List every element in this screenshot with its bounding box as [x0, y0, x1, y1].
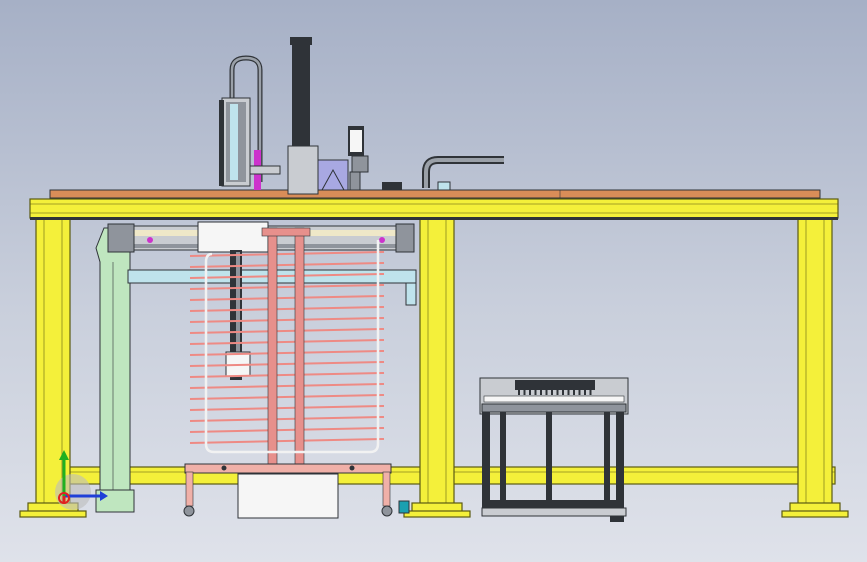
rack-rod: [189, 416, 385, 422]
conveyor-tooth: [562, 389, 564, 395]
conveyor-station: [479, 377, 629, 522]
conveyor-tooth: [556, 389, 559, 395]
rack-cart: [183, 463, 410, 519]
rack-rod: [189, 339, 385, 345]
conveyor-tooth: [589, 389, 592, 395]
linear-module: [107, 221, 415, 253]
rack-rod: [189, 361, 385, 367]
rack-rod: [189, 262, 385, 268]
rack-rod: [189, 251, 385, 257]
conveyor-tooth: [584, 389, 586, 395]
conveyor-tooth: [529, 389, 531, 395]
rack-rod: [189, 438, 385, 444]
conveyor-tooth: [551, 389, 553, 395]
rack-rod: [189, 405, 385, 411]
conveyor-tooth: [540, 389, 542, 395]
rack-rod: [189, 328, 385, 334]
top-plate: [49, 189, 821, 199]
conveyor-tooth: [534, 389, 537, 395]
conveyor-tooth: [578, 389, 581, 395]
rack-rod: [189, 317, 385, 323]
rack-rod: [189, 427, 385, 433]
rack-rod: [189, 394, 385, 400]
conveyor-tooth: [573, 389, 575, 395]
machine-drawing: [19, 37, 849, 522]
storage-rack: [189, 227, 385, 467]
rack-rod: [189, 383, 385, 389]
conveyor-tooth: [545, 389, 548, 395]
top-gantry-beam: [29, 198, 839, 220]
conveyor-tooth: [567, 389, 570, 395]
cad-viewport[interactable]: [0, 0, 867, 562]
rack-rod: [189, 372, 385, 378]
rack-rod: [189, 284, 385, 290]
top-mechanisms: [219, 37, 504, 195]
rack-rod: [189, 295, 385, 301]
rack-rod: [189, 306, 385, 312]
conveyor-tooth: [523, 389, 526, 395]
rack-rod: [189, 350, 385, 356]
conveyor-tooth: [518, 389, 520, 395]
